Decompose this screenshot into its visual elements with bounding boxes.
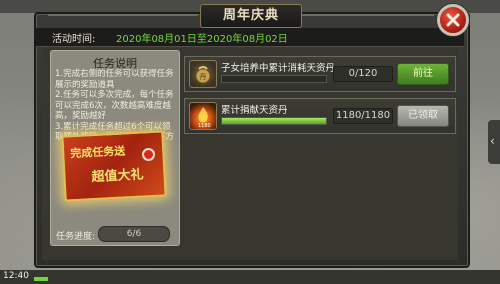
side-expand-tab[interactable]: ‹ (488, 120, 500, 164)
fire-icon-badge: 1180 (198, 123, 211, 129)
close-icon (446, 13, 460, 27)
task-description-panel: 任务说明 1.完成右侧的任务可以获得任务展示的奖励道具 2.任务可以多次完成，每… (50, 50, 180, 246)
task-progress-count: 0/120 (333, 66, 393, 82)
title-ornament-right (302, 14, 434, 16)
task-row-consume: 丹 子女培养中累计消耗天资丹 0/120 前往 (184, 56, 456, 92)
task-progress-bar (221, 117, 327, 125)
task-progress-label: 任务进度: (56, 232, 96, 242)
activity-time-label: 活动时间: (52, 34, 96, 45)
pouch-icon: 丹 (189, 60, 217, 88)
title-ornament-left (48, 14, 198, 16)
reward-banner-image: 完成任务送 超值大礼 (61, 130, 167, 202)
task-name: 子女培养中累计消耗天资丹 (221, 63, 336, 74)
task-progress-value: 6/6 (98, 226, 170, 242)
task-progress-count: 1180/1180 (333, 108, 393, 124)
reward-text-bottom: 超值大礼 (91, 167, 144, 186)
svg-text:丹: 丹 (200, 73, 207, 81)
chevron-left-icon: ‹ (490, 134, 495, 148)
go-button[interactable]: 前往 (397, 63, 449, 85)
task-name: 累计捐献天资丹 (221, 105, 288, 116)
task-row-donate: 1180 累计捐献天资丹 1180/1180 已领取 (184, 98, 456, 134)
reward-text-top: 完成任务送 (69, 144, 126, 161)
close-button[interactable] (437, 4, 469, 36)
claimed-button[interactable]: 已领取 (397, 105, 449, 127)
fire-icon: 1180 (189, 102, 217, 130)
status-bar (0, 270, 500, 284)
battery-icon (34, 277, 48, 281)
task-progress-bar (221, 75, 327, 83)
activity-time-value: 2020年08月01日至2020年08月02日 (116, 34, 288, 45)
dialog-title: 周年庆典 (200, 4, 302, 28)
activity-time-bar: 活动时间: 2020年08月01日至2020年08月02日 (36, 28, 464, 47)
notification-dot (142, 148, 155, 161)
status-time: 12:40 (3, 271, 29, 281)
task-progress-fill (222, 118, 326, 124)
